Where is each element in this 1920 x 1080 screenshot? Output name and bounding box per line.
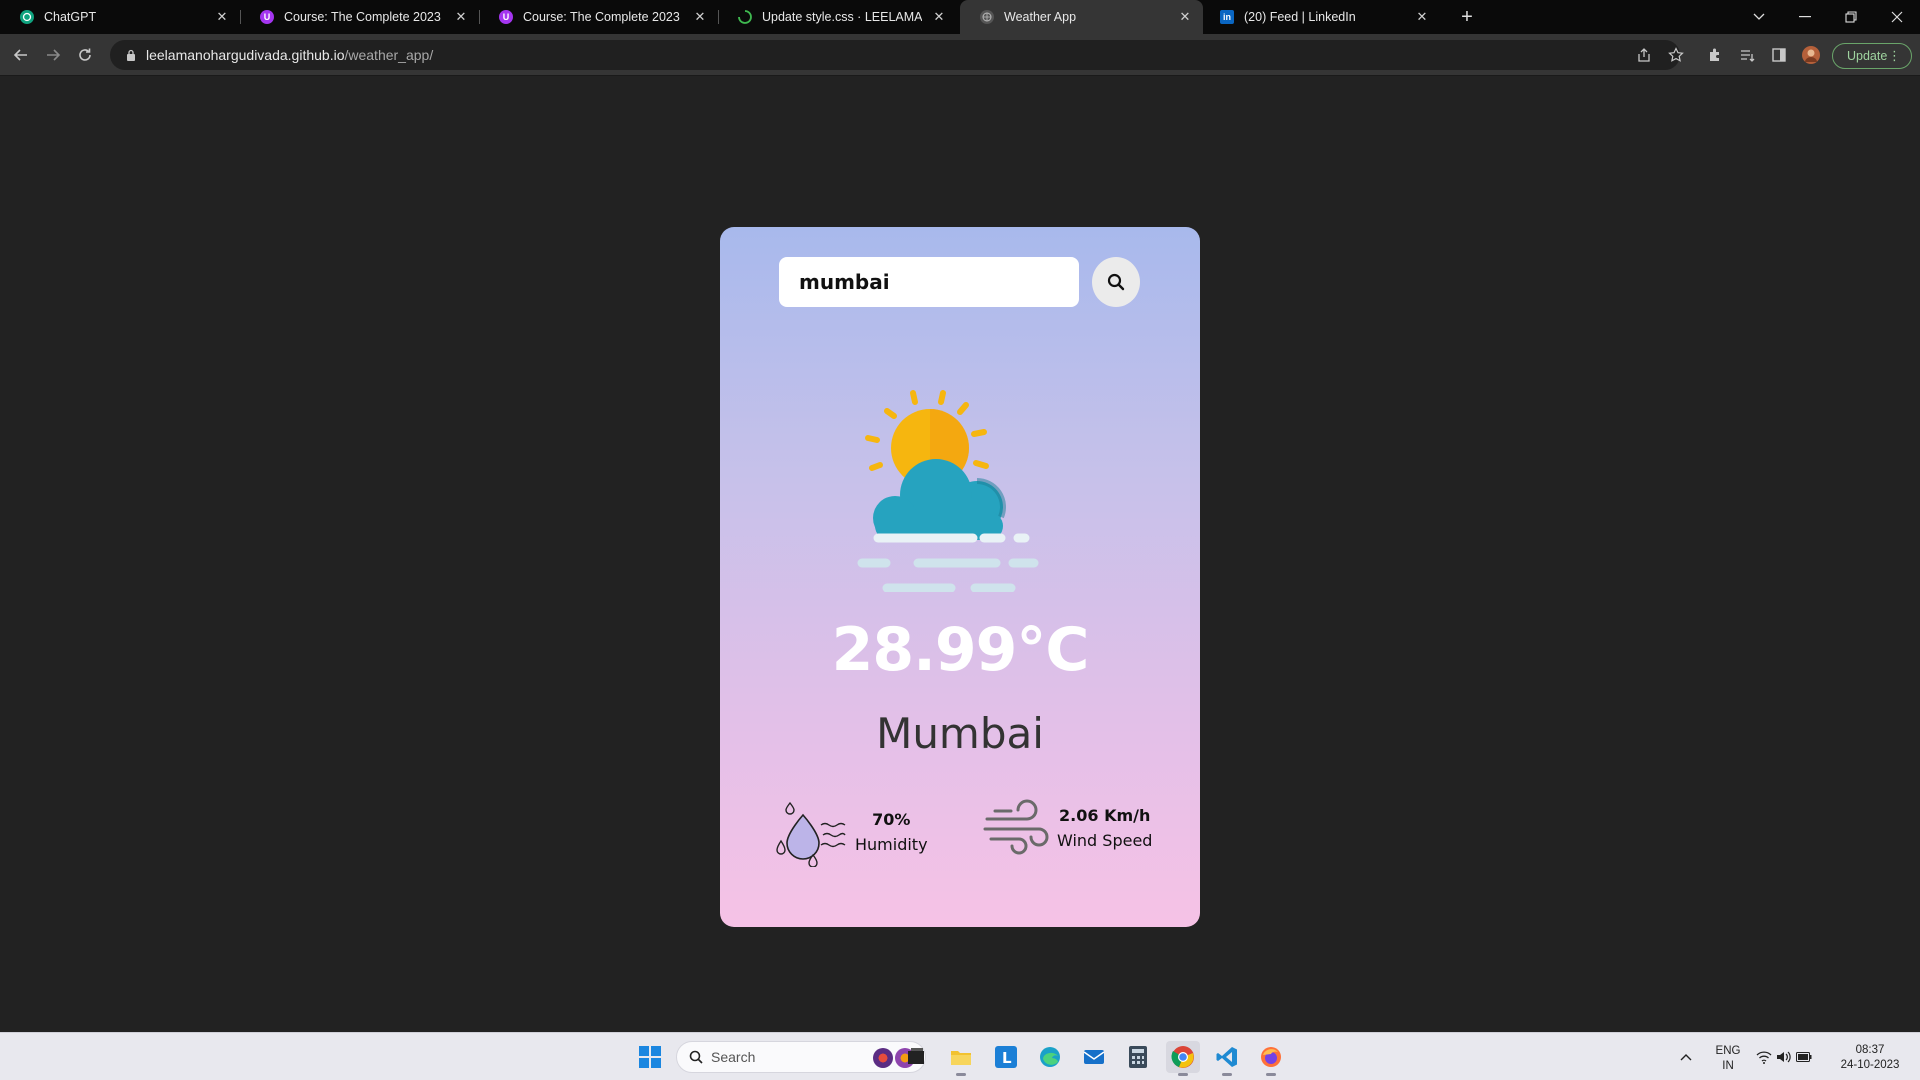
firefox-icon[interactable] xyxy=(1254,1041,1288,1076)
reading-list-icon[interactable] xyxy=(1735,43,1759,67)
chatgpt-icon xyxy=(20,10,34,24)
wind-detail: 2.06 Km/h Wind Speed xyxy=(983,797,1152,859)
mist-sun-cloud-icon xyxy=(857,390,1039,592)
search-button[interactable] xyxy=(1092,257,1140,307)
temperature-value: 28.99°C xyxy=(831,615,1090,685)
close-icon[interactable]: ✕ xyxy=(214,9,230,25)
udemy-icon: U xyxy=(260,10,274,24)
calculator-icon[interactable] xyxy=(1121,1041,1155,1073)
extensions-icon[interactable] xyxy=(1703,43,1727,67)
side-panel-icon[interactable] xyxy=(1767,43,1791,67)
show-hidden-icons-button[interactable] xyxy=(1674,1041,1698,1073)
humidity-label: Humidity xyxy=(855,835,928,854)
tab-title: Course: The Complete 2023 Web xyxy=(523,10,683,24)
tab-title: Update style.css · LEELAMANOH xyxy=(762,10,922,24)
l-app-icon[interactable]: L xyxy=(989,1041,1023,1073)
bookmark-star-icon[interactable] xyxy=(1664,43,1688,67)
city-name: Mumbai xyxy=(876,709,1044,758)
profile-avatar[interactable] xyxy=(1799,43,1823,67)
chrome-icon[interactable] xyxy=(1166,1041,1200,1076)
weather-card: 28.99°C Mumbai 70% Humidity xyxy=(720,227,1200,927)
taskbar: Search L ENG IN 08:37 24-10-2023 xyxy=(0,1032,1920,1080)
task-view-icon[interactable] xyxy=(899,1041,933,1073)
clock[interactable]: 08:37 24-10-2023 xyxy=(1830,1043,1910,1073)
close-icon[interactable]: ✕ xyxy=(931,9,947,25)
tab-linkedin[interactable]: in (20) Feed | LinkedIn ✕ xyxy=(1200,0,1440,34)
new-tab-button[interactable]: + xyxy=(1455,5,1479,29)
wind-icon xyxy=(983,799,1049,855)
tab-title: Course: The Complete 2023 Web xyxy=(284,10,444,24)
close-icon[interactable]: ✕ xyxy=(453,9,469,25)
restore-button[interactable] xyxy=(1828,0,1874,34)
tab-github[interactable]: Update style.css · LEELAMANOH ✕ xyxy=(718,0,957,34)
tab-strip: ChatGPT ✕ U Course: The Complete 2023 We… xyxy=(0,0,1920,34)
taskbar-search[interactable]: Search xyxy=(676,1041,926,1073)
city-search-input[interactable] xyxy=(779,257,1079,307)
wifi-icon xyxy=(1756,1051,1772,1064)
tab-title: Weather App xyxy=(1004,10,1077,24)
vscode-icon[interactable] xyxy=(1210,1041,1244,1076)
tab-udemy-2[interactable]: U Course: The Complete 2023 Web ✕ xyxy=(479,0,718,34)
back-button[interactable] xyxy=(8,42,34,68)
close-icon[interactable]: ✕ xyxy=(1177,9,1193,25)
humidity-icon xyxy=(776,801,846,867)
update-label: Update xyxy=(1847,49,1888,63)
language-indicator[interactable]: ENG IN xyxy=(1708,1044,1748,1074)
address-bar[interactable]: leelamanohargudivada.github.io/weather_a… xyxy=(110,40,1680,70)
update-button[interactable]: Update ⋮ xyxy=(1832,43,1912,69)
github-loading-icon xyxy=(738,10,752,24)
tab-title: (20) Feed | LinkedIn xyxy=(1244,10,1356,24)
forward-button[interactable] xyxy=(40,42,66,68)
share-icon[interactable] xyxy=(1632,43,1656,67)
tab-search-button[interactable] xyxy=(1736,0,1782,34)
menu-dots-icon: ⋮ xyxy=(1888,48,1901,63)
browser-toolbar: leelamanohargudivada.github.io/weather_a… xyxy=(0,34,1920,76)
start-button[interactable] xyxy=(633,1041,667,1073)
humidity-value: 70% xyxy=(872,810,911,829)
volume-icon xyxy=(1777,1051,1791,1063)
search-icon xyxy=(689,1050,703,1064)
humidity-detail: 70% Humidity xyxy=(775,797,928,867)
close-window-button[interactable] xyxy=(1874,0,1920,34)
tab-title: ChatGPT xyxy=(44,10,97,24)
close-icon[interactable]: ✕ xyxy=(1414,9,1430,25)
svg-text:L: L xyxy=(1002,1049,1012,1067)
tab-udemy-1[interactable]: U Course: The Complete 2023 Web ✕ xyxy=(240,0,479,34)
url-text: leelamanohargudivada.github.io/weather_a… xyxy=(146,47,434,63)
tab-weather-app[interactable]: Weather App ✕ xyxy=(960,0,1203,34)
mail-icon[interactable] xyxy=(1077,1041,1111,1073)
minimize-button[interactable] xyxy=(1782,0,1828,34)
globe-icon xyxy=(980,10,994,24)
search-highlight-icon xyxy=(873,1048,893,1068)
edge-icon[interactable] xyxy=(1033,1041,1067,1073)
lock-icon[interactable] xyxy=(124,48,138,62)
search-icon xyxy=(1107,273,1125,291)
windows-icon xyxy=(639,1046,661,1068)
reload-button[interactable] xyxy=(72,42,98,68)
wind-speed-value: 2.06 Km/h xyxy=(1059,806,1151,825)
udemy-icon: U xyxy=(499,10,513,24)
wind-speed-label: Wind Speed xyxy=(1057,831,1153,850)
tab-chatgpt[interactable]: ChatGPT ✕ xyxy=(0,0,240,34)
file-explorer-icon[interactable] xyxy=(944,1041,978,1076)
quick-settings[interactable] xyxy=(1754,1041,1814,1073)
battery-icon xyxy=(1796,1052,1812,1062)
taskbar-search-label: Search xyxy=(711,1049,756,1065)
linkedin-icon: in xyxy=(1220,10,1234,24)
close-icon[interactable]: ✕ xyxy=(692,9,708,25)
